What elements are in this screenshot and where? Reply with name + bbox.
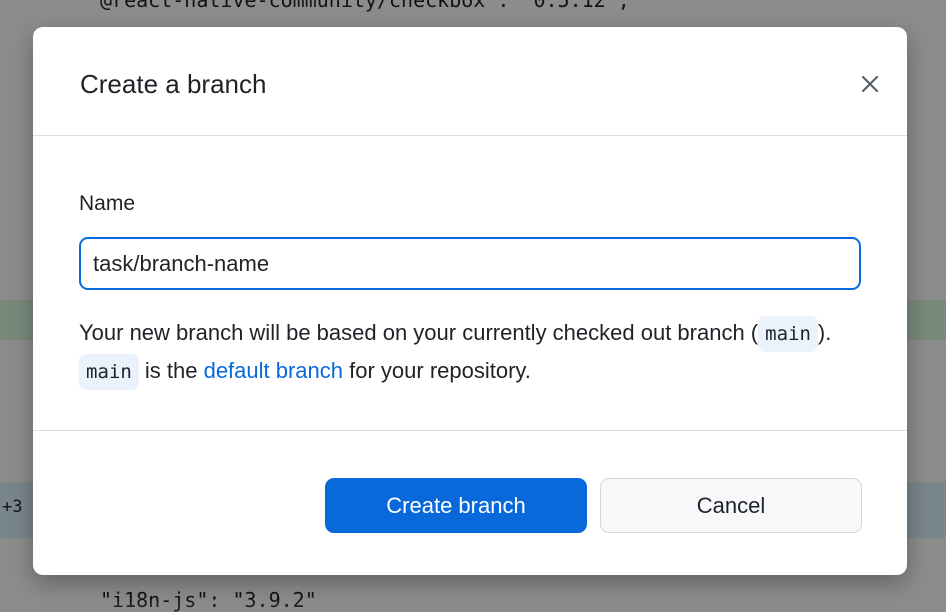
dialog-body: Name Your new branch will be based on yo… xyxy=(33,136,907,431)
default-branch-code: main xyxy=(79,354,139,390)
current-branch-code: main xyxy=(758,316,818,352)
close-button[interactable] xyxy=(853,67,887,101)
close-icon xyxy=(861,75,879,93)
branch-base-note: Your new branch will be based on your cu… xyxy=(79,314,869,390)
branch-name-input[interactable] xyxy=(79,237,861,290)
note-text: is the xyxy=(138,358,204,383)
create-branch-button[interactable]: Create branch xyxy=(325,478,587,533)
note-text: ). xyxy=(817,320,832,345)
default-branch-link[interactable]: default branch xyxy=(204,358,343,383)
note-text: Your new branch will be based on your cu… xyxy=(79,320,759,345)
dialog-title: Create a branch xyxy=(80,69,267,99)
note-text: for your repository. xyxy=(343,358,531,383)
name-label: Name xyxy=(79,192,136,215)
create-branch-dialog: Create a branch Name Your new branch wil… xyxy=(33,27,907,575)
dialog-footer: Create branch Cancel xyxy=(33,431,907,575)
dialog-header: Create a branch xyxy=(33,27,907,136)
cancel-button[interactable]: Cancel xyxy=(600,478,862,533)
